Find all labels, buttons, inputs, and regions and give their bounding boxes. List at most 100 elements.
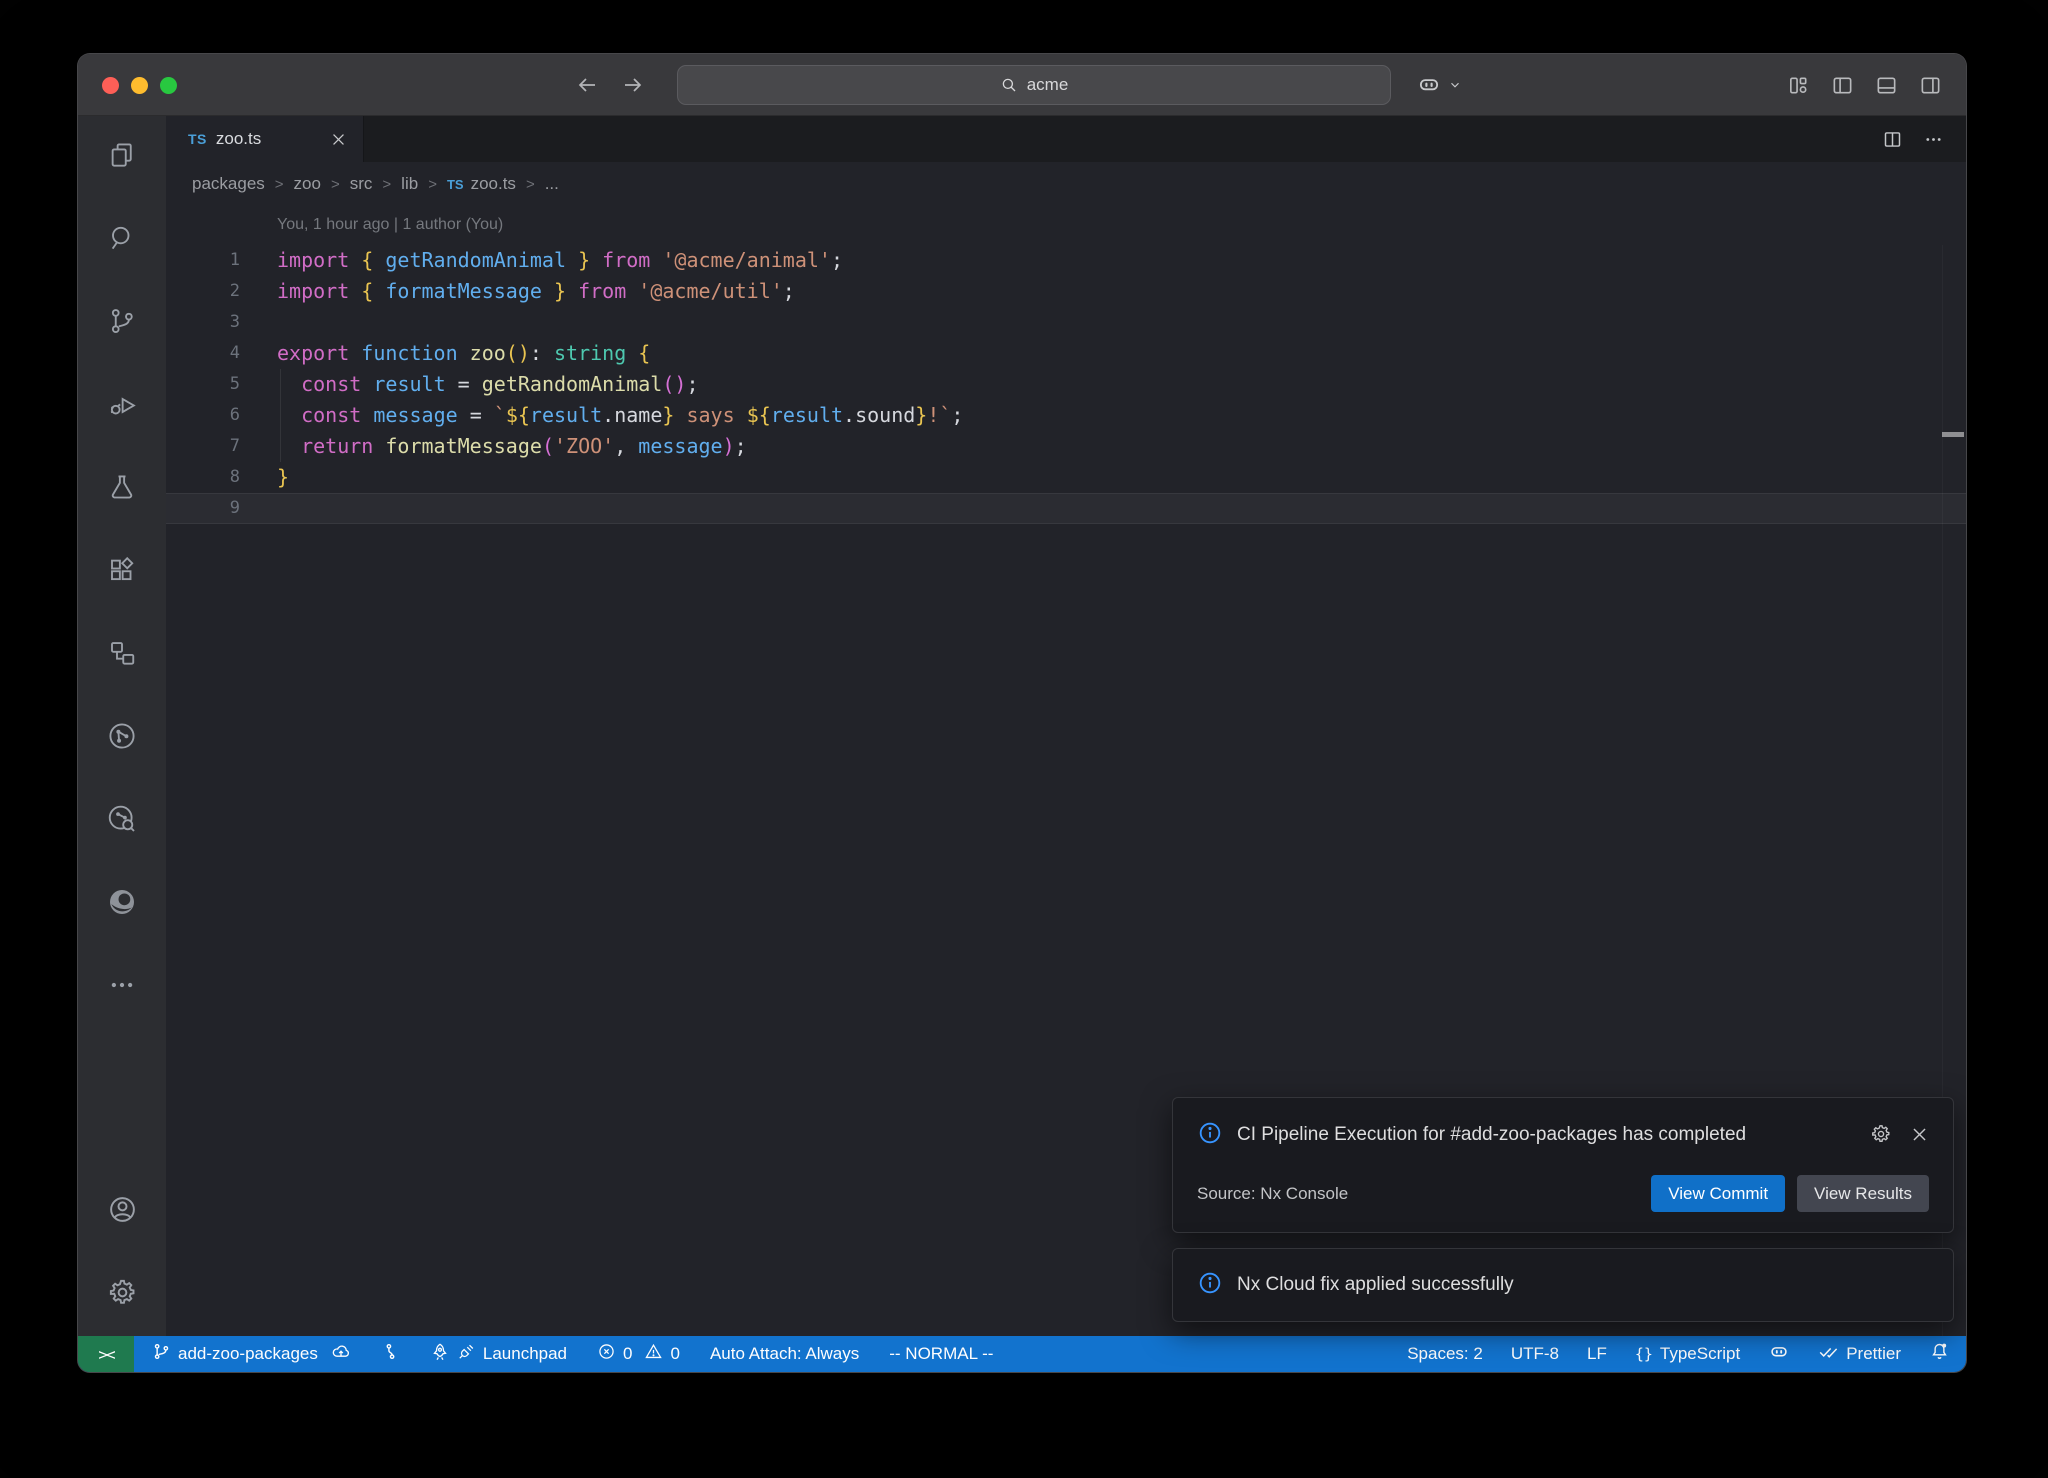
notifications-bell[interactable] (1929, 1341, 1950, 1367)
files-icon (107, 140, 137, 175)
customize-layout-icon[interactable] (1787, 74, 1810, 97)
error-icon (597, 1342, 616, 1366)
problems-status[interactable]: 0 0 (597, 1342, 680, 1366)
breadcrumb-item-more[interactable]: ... (545, 174, 559, 194)
copilot-menu[interactable] (1416, 54, 1462, 116)
activity-bar-item-source-control[interactable] (78, 282, 166, 365)
publish-cloud-icon (331, 1342, 351, 1367)
code-line[interactable]: 2 import { formatMessage } from '@acme/ut… (166, 276, 1966, 307)
forward-arrow-icon[interactable] (621, 73, 645, 97)
view-results-button[interactable]: View Results (1797, 1175, 1929, 1212)
breadcrumb-item-file[interactable]: zoo.ts (471, 174, 516, 194)
code-line[interactable]: 5 const result = getRandomAnimal(); (166, 369, 1966, 400)
activity-bar-item-settings[interactable] (78, 1253, 166, 1336)
encoding-status[interactable]: UTF-8 (1511, 1344, 1559, 1364)
window-controls (102, 54, 177, 116)
close-notification-icon[interactable] (1910, 1125, 1929, 1144)
git-branch-icon (107, 306, 137, 341)
activity-bar-item-accounts[interactable] (78, 1170, 166, 1253)
activity-bar-item-edge-devtools[interactable] (78, 863, 166, 946)
breadcrumb-item[interactable]: lib (401, 174, 418, 194)
activity-bar-item-remote-explorer[interactable] (78, 614, 166, 697)
tab-bar: TS zoo.ts (166, 116, 1966, 162)
code-line[interactable]: 7 return formatMessage('ZOO', message); (166, 431, 1966, 462)
remote-indicator[interactable]: >< (78, 1336, 134, 1372)
minimize-window-button[interactable] (131, 77, 148, 94)
line-number[interactable]: 5 (166, 369, 240, 400)
activity-bar-item-extensions[interactable] (78, 531, 166, 614)
code-line[interactable]: 4 export function zoo(): string { (166, 338, 1966, 369)
breadcrumb-item[interactable]: src (350, 174, 373, 194)
eol-status[interactable]: LF (1587, 1344, 1607, 1364)
search-icon (107, 223, 137, 258)
command-center-search[interactable]: acme (677, 65, 1391, 105)
language-mode-status[interactable]: {} TypeScript (1635, 1344, 1740, 1364)
git-blame-codelens[interactable]: You, 1 hour ago | 1 author (You) (166, 206, 1966, 245)
eol-label: LF (1587, 1344, 1607, 1364)
copilot-status[interactable] (1768, 1341, 1790, 1368)
breadcrumb-item[interactable]: zoo (294, 174, 321, 194)
code-text: export function zoo(): string { (277, 338, 650, 369)
zoom-window-button[interactable] (160, 77, 177, 94)
git-branch-status[interactable]: add-zoo-packages (152, 1342, 351, 1367)
launchpad-status[interactable]: Launchpad (430, 1342, 567, 1367)
code-text: import { formatMessage } from '@acme/uti… (277, 276, 795, 307)
ellipsis-icon (107, 970, 137, 1005)
line-number[interactable]: 1 (166, 245, 240, 276)
toggle-panel-icon[interactable] (1875, 74, 1898, 97)
close-window-button[interactable] (102, 77, 119, 94)
branch-name: add-zoo-packages (178, 1344, 318, 1364)
desktop-background: acme (0, 0, 2048, 1478)
pipeline-status[interactable] (381, 1342, 400, 1366)
indentation-status[interactable]: Spaces: 2 (1407, 1344, 1483, 1364)
history-navigation (575, 54, 645, 116)
code-line[interactable]: 6 const message = `${result.name} says $… (166, 400, 1966, 431)
activity-bar-item-explorer[interactable] (78, 116, 166, 199)
plug-icon (457, 1342, 476, 1366)
code-line[interactable]: 1import { getRandomAnimal } from '@acme/… (166, 245, 1966, 276)
vim-mode-label: -- NORMAL -- (889, 1344, 993, 1364)
line-number[interactable]: 3 (166, 307, 240, 338)
activity-bar-item-more[interactable] (78, 946, 166, 1029)
braces-icon: {} (1635, 1345, 1653, 1363)
activity-bar-item-nx-cloud[interactable] (78, 780, 166, 863)
tab-zoo-ts[interactable]: TS zoo.ts (166, 116, 364, 162)
code-line[interactable]: 3 (166, 307, 1966, 338)
extensions-icon (107, 555, 137, 590)
search-icon (1000, 76, 1018, 94)
activity-bar-item-run-debug[interactable] (78, 365, 166, 448)
view-commit-button[interactable]: View Commit (1651, 1175, 1785, 1212)
line-number[interactable]: 7 (166, 431, 240, 462)
breadcrumb[interactable]: packages>zoo>src>lib>TSzoo.ts>... (166, 162, 1966, 206)
toggle-secondary-sidebar-icon[interactable] (1919, 74, 1942, 97)
run-debug-icon (107, 389, 137, 424)
remote-icon: >< (98, 1345, 113, 1364)
line-number[interactable]: 6 (166, 400, 240, 431)
formatter-status[interactable]: Prettier (1818, 1341, 1901, 1367)
line-number[interactable]: 2 (166, 276, 240, 307)
vim-mode-status[interactable]: -- NORMAL -- (889, 1344, 993, 1364)
activity-bar-item-testing[interactable] (78, 448, 166, 531)
editor-actions (1882, 116, 1944, 162)
code-line[interactable]: 8} (166, 462, 1966, 493)
back-arrow-icon[interactable] (575, 73, 599, 97)
line-number[interactable]: 4 (166, 338, 240, 369)
line-number[interactable]: 9 (166, 493, 240, 524)
toggle-primary-sidebar-icon[interactable] (1831, 74, 1854, 97)
notification-settings-gear-icon[interactable] (1870, 1123, 1892, 1145)
more-actions-icon[interactable] (1923, 129, 1944, 150)
git-branch-icon (152, 1342, 171, 1366)
breadcrumb-item[interactable]: packages (192, 174, 265, 194)
split-editor-icon[interactable] (1882, 129, 1903, 150)
activity-bar-item-search[interactable] (78, 199, 166, 282)
warning-count: 0 (670, 1344, 679, 1364)
close-tab-icon[interactable] (330, 131, 347, 148)
error-count: 0 (623, 1344, 632, 1364)
auto-attach-status[interactable]: Auto Attach: Always (710, 1344, 859, 1364)
gear-icon (107, 1277, 138, 1313)
activity-bar-item-nx-console[interactable] (78, 697, 166, 780)
overview-ruler-mark (1942, 432, 1964, 437)
formatter-label: Prettier (1846, 1344, 1901, 1364)
line-number[interactable]: 8 (166, 462, 240, 493)
code-line[interactable]: 9 (166, 493, 1966, 524)
